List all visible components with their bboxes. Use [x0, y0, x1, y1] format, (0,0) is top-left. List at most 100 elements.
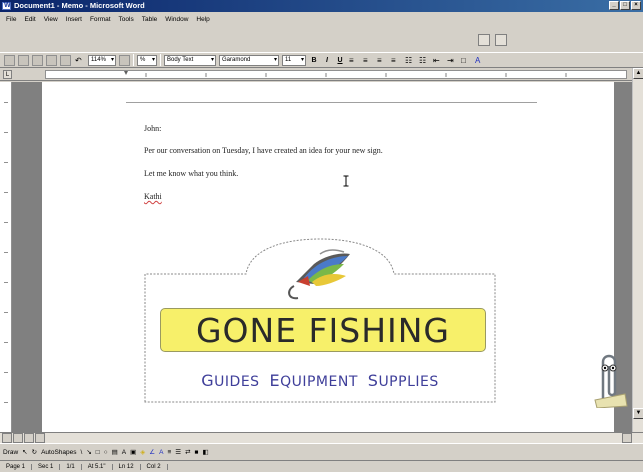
- horizontal-scrollbar[interactable]: [0, 432, 643, 443]
- menu-table[interactable]: Table: [142, 16, 158, 23]
- free-rotate-icon[interactable]: ↻: [32, 448, 37, 456]
- text-cursor-icon: [343, 175, 349, 187]
- font-size-dropdown[interactable]: 11: [282, 54, 306, 66]
- bullets-icon[interactable]: ☷: [418, 55, 429, 66]
- fishing-fly-icon: [288, 249, 350, 300]
- dash-style-icon[interactable]: ☰: [175, 448, 181, 456]
- ruler-track[interactable]: [45, 70, 627, 79]
- line-icon[interactable]: \: [81, 449, 83, 456]
- status-column: Col 2: [141, 463, 168, 470]
- scroll-right-arrow[interactable]: [622, 433, 632, 443]
- title-bar: Document1 - Memo - Microsoft Word _ □ ×: [0, 0, 643, 12]
- toolbar-extra-button-2[interactable]: [495, 34, 507, 46]
- doc-line-signature[interactable]: Kathi: [144, 192, 162, 201]
- wordart-icon[interactable]: A: [122, 449, 126, 456]
- vertical-ruler: [0, 82, 12, 432]
- tagline-word-3-cap: S: [367, 371, 379, 390]
- new-document-icon[interactable]: [4, 54, 15, 66]
- print-preview-icon[interactable]: [60, 54, 71, 66]
- menu-tools[interactable]: Tools: [119, 16, 134, 23]
- scroll-down-arrow[interactable]: ▼: [633, 408, 643, 419]
- style-dropdown[interactable]: Body Text: [164, 54, 216, 66]
- line-color-icon[interactable]: ∠: [149, 448, 155, 456]
- sign-graphic[interactable]: GONE FISHING GUIDES EQUIPMENT SUPPLIES: [144, 234, 496, 404]
- toolbar-separator: [133, 54, 134, 66]
- align-left-icon[interactable]: ≡: [348, 55, 359, 66]
- autoshapes-menu[interactable]: AutoShapes: [41, 449, 76, 456]
- save-icon[interactable]: [32, 54, 43, 66]
- print-layout-view-button[interactable]: [24, 433, 34, 443]
- align-center-icon[interactable]: ≡: [362, 55, 373, 66]
- justify-icon[interactable]: ≡: [390, 55, 401, 66]
- tagline-word-1-rest: UIDES: [214, 374, 260, 390]
- scroll-up-arrow[interactable]: ▲: [633, 68, 643, 79]
- oval-icon[interactable]: ○: [104, 449, 108, 456]
- font-dropdown[interactable]: Garamond: [219, 54, 279, 66]
- 3d-icon[interactable]: ◧: [202, 448, 208, 456]
- doc-line-request[interactable]: Let me know what you think.: [144, 169, 238, 178]
- vertical-scrollbar[interactable]: ▲ ▼: [632, 68, 643, 432]
- menu-insert[interactable]: Insert: [66, 16, 82, 23]
- underline-button[interactable]: U: [335, 57, 345, 64]
- fill-color-icon[interactable]: ◈: [140, 448, 145, 456]
- bold-button[interactable]: B: [309, 57, 319, 64]
- tab-selector[interactable]: L: [3, 70, 12, 79]
- text-box-icon[interactable]: ▤: [112, 448, 118, 456]
- close-button[interactable]: ×: [631, 1, 641, 10]
- word-app-icon[interactable]: [2, 0, 11, 12]
- status-line: Ln 12: [113, 463, 141, 470]
- tagline-word-3-rest: UPPLIES: [378, 374, 439, 390]
- font-color-icon[interactable]: A: [474, 55, 485, 66]
- memo-header-rule: [126, 102, 537, 103]
- tagline-word-1-cap: G: [201, 371, 215, 390]
- draw-menu[interactable]: Draw: [3, 449, 18, 456]
- menu-edit[interactable]: Edit: [24, 16, 35, 23]
- toolbar-extra-button-1[interactable]: [478, 34, 490, 46]
- menu-format[interactable]: Format: [90, 16, 111, 23]
- menu-view[interactable]: View: [44, 16, 58, 23]
- office-assistant-icon[interactable]: [585, 348, 629, 408]
- decrease-indent-icon[interactable]: ⇤: [432, 55, 443, 66]
- menu-help[interactable]: Help: [196, 16, 209, 23]
- minimize-button[interactable]: _: [609, 1, 619, 10]
- help-icon[interactable]: [119, 54, 130, 66]
- clip-art-icon[interactable]: ▣: [130, 448, 136, 456]
- status-bar: Page 1 Sec 1 1/1 At 5.1" Ln 12 Col 2: [0, 460, 643, 472]
- select-objects-icon[interactable]: ↖: [22, 448, 27, 456]
- doc-line-body[interactable]: Per our conversation on Tuesday, I have …: [144, 146, 383, 155]
- doc-line-salutation[interactable]: John:: [144, 124, 161, 133]
- outline-view-button[interactable]: [35, 433, 45, 443]
- window-title: Document1 - Memo - Microsoft Word: [14, 1, 145, 10]
- status-pages: 1/1: [60, 463, 82, 470]
- toolbar-separator: [160, 54, 161, 66]
- menu-bar: File Edit View Insert Format Tools Table…: [0, 12, 643, 27]
- numbering-icon[interactable]: ☷: [404, 55, 415, 66]
- status-page: Page 1: [0, 463, 33, 470]
- italic-button[interactable]: I: [322, 57, 332, 64]
- document-area[interactable]: John: Per our conversation on Tuesday, I…: [12, 82, 632, 432]
- status-position: At 5.1": [82, 463, 113, 470]
- percent-dropdown[interactable]: %: [137, 54, 157, 66]
- undo-icon[interactable]: ↶: [74, 55, 85, 66]
- rectangle-icon[interactable]: □: [96, 449, 100, 456]
- align-right-icon[interactable]: ≡: [376, 55, 387, 66]
- shadow-icon[interactable]: ■: [195, 449, 199, 456]
- zoom-dropdown[interactable]: 114%: [88, 54, 116, 66]
- menu-file[interactable]: File: [6, 16, 16, 23]
- arrow-style-icon[interactable]: ⇄: [185, 448, 190, 456]
- horizontal-ruler: L: [0, 68, 643, 81]
- tagline-word-2-cap: E: [269, 371, 281, 390]
- print-icon[interactable]: [46, 54, 57, 66]
- web-layout-view-button[interactable]: [13, 433, 23, 443]
- status-section: Sec 1: [32, 463, 61, 470]
- maximize-button[interactable]: □: [620, 1, 630, 10]
- line-style-icon[interactable]: ≡: [167, 449, 171, 456]
- menu-window[interactable]: Window: [165, 16, 188, 23]
- open-folder-icon[interactable]: [18, 54, 29, 66]
- document-page[interactable]: John: Per our conversation on Tuesday, I…: [42, 82, 614, 432]
- border-icon[interactable]: □: [460, 55, 471, 66]
- drawing-font-color-icon[interactable]: A: [159, 449, 163, 456]
- arrow-icon[interactable]: ↘: [86, 448, 91, 456]
- increase-indent-icon[interactable]: ⇥: [446, 55, 457, 66]
- normal-view-button[interactable]: [2, 433, 12, 443]
